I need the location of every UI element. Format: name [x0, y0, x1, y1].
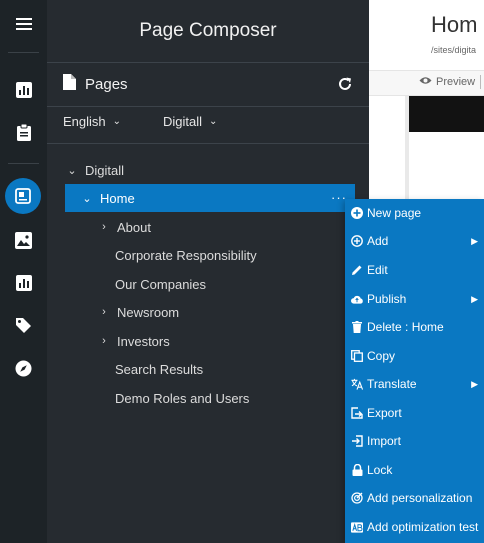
analytics-chart-icon[interactable]	[0, 265, 47, 301]
pencil-icon	[351, 264, 363, 276]
page-path: /sites/digita	[431, 45, 477, 55]
menu-item-add-optimization-test[interactable]: Add optimization test	[345, 513, 484, 541]
page-composer-panel: Page Composer Pages English ⌄ Digitall ⌄…	[47, 0, 369, 543]
panel-divider	[47, 62, 369, 63]
tag-icon[interactable]	[0, 307, 47, 343]
language-dropdown[interactable]: English ⌄	[63, 114, 121, 129]
menu-item-translate[interactable]: Translate ▶	[345, 370, 484, 398]
pages-header: Pages	[63, 73, 128, 95]
menu-item-label: Add personalization	[367, 491, 473, 505]
menu-item-label: Lock	[367, 463, 393, 477]
tree-item-label: Newsroom	[117, 304, 180, 320]
panel-title: Page Composer	[139, 20, 277, 41]
tree-item-label: Investors	[117, 333, 170, 349]
export-icon	[351, 407, 363, 419]
menu-item-edit[interactable]: Edit	[345, 256, 484, 284]
tree-item-label: Corporate Responsibility	[115, 247, 257, 263]
import-icon	[351, 435, 363, 447]
tree-item-label: Home	[100, 190, 135, 206]
submenu-arrow-icon: ▶	[471, 378, 478, 389]
tree-item[interactable]: Our Companies	[47, 270, 369, 298]
tree-item-label: Our Companies	[115, 276, 207, 292]
translate-icon	[351, 378, 363, 390]
menu-item-lock[interactable]: Lock	[345, 456, 484, 484]
target-icon	[351, 492, 363, 504]
tree-item-label: Demo Roles and Users	[115, 390, 250, 406]
menu-item-label: Edit	[367, 263, 388, 277]
add-circle-outline-icon	[351, 235, 363, 247]
menu-item-import[interactable]: Import	[345, 427, 484, 455]
menu-item-add[interactable]: Add ▶	[345, 227, 484, 255]
chevron-right-icon[interactable]: ›	[97, 335, 111, 347]
tree-item-home-selected[interactable]: ⌄ Home ···	[65, 184, 355, 212]
refresh-icon[interactable]	[337, 76, 353, 92]
preview-label: Preview	[436, 76, 476, 88]
tree-item[interactable]: › Newsroom	[47, 298, 369, 326]
panel-divider	[47, 106, 369, 107]
context-menu: New page Add ▶ Edit Publish ▶ Delete : H…	[345, 199, 484, 543]
tree-item[interactable]: › Investors	[47, 327, 369, 355]
chevron-down-icon[interactable]: ⌄	[80, 192, 94, 205]
menu-item-label: Copy	[367, 349, 396, 363]
lock-icon	[351, 464, 363, 476]
toolbar-divider	[480, 75, 481, 89]
page-composer-icon[interactable]	[5, 178, 41, 214]
menu-item-label: Add optimization test	[367, 520, 479, 534]
menu-item-publish[interactable]: Publish ▶	[345, 285, 484, 313]
rail-divider	[8, 52, 39, 53]
pages-label: Pages	[85, 75, 128, 93]
tree-item-label: Digitall	[85, 162, 125, 178]
rail-divider	[8, 163, 39, 164]
image-gallery-icon[interactable]	[0, 222, 47, 258]
trash-icon	[351, 321, 363, 333]
submenu-arrow-icon: ▶	[471, 235, 478, 246]
compass-icon[interactable]	[0, 350, 47, 386]
cloud-upload-icon	[351, 293, 363, 305]
navigation-rail	[0, 0, 47, 543]
clipboard-icon[interactable]	[0, 114, 47, 150]
menu-item-label: Delete : Home	[367, 320, 444, 334]
tree-root-item[interactable]: ⌄ Digitall	[47, 156, 369, 184]
menu-item-export[interactable]: Export	[345, 399, 484, 427]
submenu-arrow-icon: ▶	[471, 293, 478, 304]
menu-item-new-page[interactable]: New page	[345, 199, 484, 227]
chevron-right-icon[interactable]: ›	[97, 221, 111, 233]
menu-item-label: Add	[367, 234, 389, 248]
page-title: Hom	[431, 12, 478, 37]
menu-item-copy[interactable]: Copy	[345, 342, 484, 370]
plus-circle-icon	[351, 207, 363, 219]
panel-divider	[47, 143, 369, 144]
chevron-down-icon: ⌄	[209, 116, 218, 127]
preview-frame-header	[409, 96, 484, 132]
tree-item-label: About	[117, 219, 151, 235]
copy-icon	[351, 350, 363, 362]
menu-item-label: New page	[367, 206, 422, 220]
menu-item-label: Translate	[367, 377, 417, 391]
ab-test-icon	[351, 521, 363, 533]
menu-item-label: Import	[367, 434, 402, 448]
tree-item[interactable]: Demo Roles and Users	[47, 384, 369, 412]
dashboard-chart-icon[interactable]	[0, 72, 47, 108]
document-icon	[63, 74, 76, 94]
menu-item-label: Export	[367, 406, 402, 420]
tree-item[interactable]: Search Results	[47, 355, 369, 383]
tree-item[interactable]: › About	[47, 213, 369, 241]
site-value: Digitall	[163, 114, 203, 129]
tree-item[interactable]: Corporate Responsibility	[47, 241, 369, 269]
chevron-right-icon[interactable]: ›	[97, 306, 111, 318]
menu-item-add-personalization[interactable]: Add personalization	[345, 484, 484, 512]
chevron-down-icon: ⌄	[112, 116, 122, 127]
language-value: English	[63, 114, 106, 129]
menu-item-delete[interactable]: Delete : Home	[345, 313, 484, 341]
eye-icon	[419, 76, 432, 88]
preview-button[interactable]: Preview	[419, 76, 475, 88]
site-dropdown[interactable]: Digitall ⌄	[163, 114, 217, 129]
chevron-down-icon[interactable]: ⌄	[65, 164, 79, 177]
tree-item-label: Search Results	[115, 361, 204, 377]
hamburger-menu-icon[interactable]	[0, 6, 47, 42]
menu-item-label: Publish	[367, 292, 407, 306]
